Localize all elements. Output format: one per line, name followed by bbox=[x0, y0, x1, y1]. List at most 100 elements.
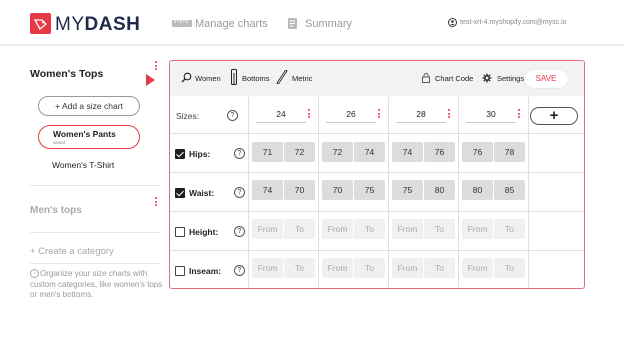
help-icon[interactable]: ? bbox=[234, 226, 245, 237]
hips-to-26[interactable]: 74 bbox=[354, 142, 385, 162]
editor-toolbar: Women Bottoms Metric Chart Code Settings… bbox=[170, 61, 584, 96]
unit-selector[interactable]: Metric bbox=[276, 70, 313, 84]
size-input-24[interactable]: 24 bbox=[256, 107, 306, 123]
divider bbox=[30, 263, 160, 264]
row-divider bbox=[170, 172, 584, 173]
height-to-26[interactable]: To bbox=[354, 219, 385, 239]
divider bbox=[30, 185, 160, 186]
gender-label: Women bbox=[195, 74, 221, 83]
height-checkbox[interactable] bbox=[175, 227, 185, 237]
size-chart-editor: Women Bottoms Metric Chart Code Settings… bbox=[169, 60, 585, 289]
hips-to-30[interactable]: 78 bbox=[494, 142, 525, 162]
size-input-28[interactable]: 28 bbox=[396, 107, 446, 123]
category-title-mens-tops: Men's tops bbox=[30, 205, 82, 216]
waist-from-24[interactable]: 74 bbox=[252, 180, 283, 200]
nav-summary-label: Summary bbox=[305, 18, 353, 30]
sizes-label: Sizes: bbox=[176, 111, 200, 121]
nav-manage-charts[interactable]: Manage charts bbox=[172, 18, 268, 30]
height-to-28[interactable]: To bbox=[424, 219, 455, 239]
help-icon[interactable]: ? bbox=[234, 187, 245, 198]
create-category-link[interactable]: + Create a category bbox=[30, 246, 114, 257]
waist-from-28[interactable]: 75 bbox=[392, 180, 423, 200]
column-divider bbox=[248, 97, 249, 288]
hips-from-30[interactable]: 76 bbox=[462, 142, 493, 162]
row-divider bbox=[170, 250, 584, 251]
inseam-to-30[interactable]: To bbox=[494, 258, 525, 278]
hips-label: Hips: bbox=[189, 149, 211, 159]
hips-checkbox[interactable] bbox=[175, 149, 185, 159]
height-from-26[interactable]: From bbox=[322, 219, 353, 239]
chart-code-button[interactable]: Chart Code bbox=[422, 73, 474, 83]
waist-from-26[interactable]: 70 bbox=[322, 180, 353, 200]
size-menu-icon[interactable] bbox=[378, 109, 380, 120]
waist-to-24[interactable]: 70 bbox=[284, 180, 315, 200]
lock-icon bbox=[422, 73, 430, 83]
inseam-checkbox[interactable] bbox=[175, 266, 185, 276]
row-divider bbox=[170, 133, 584, 134]
inseam-to-24[interactable]: To bbox=[284, 258, 315, 278]
inseam-from-28[interactable]: From bbox=[392, 258, 423, 278]
nav-summary[interactable]: Summary bbox=[288, 18, 353, 30]
category-menu-icon[interactable] bbox=[155, 197, 157, 208]
add-size-chart-button[interactable]: + Add a size chart bbox=[38, 96, 140, 116]
settings-button[interactable]: Settings bbox=[482, 73, 525, 83]
waist-to-26[interactable]: 75 bbox=[354, 180, 385, 200]
user-email: test-xrt-4.myshopify.com@mysc.io bbox=[460, 19, 567, 26]
divider bbox=[30, 232, 160, 233]
inseam-from-30[interactable]: From bbox=[462, 258, 493, 278]
settings-label: Settings bbox=[497, 74, 525, 83]
height-from-30[interactable]: From bbox=[462, 219, 493, 239]
logo[interactable]: MYDASH bbox=[55, 14, 140, 36]
inseam-label: Inseam: bbox=[189, 266, 222, 276]
garment-type-label: Bottoms bbox=[242, 74, 270, 83]
inseam-from-24[interactable]: From bbox=[252, 258, 283, 278]
help-icon[interactable]: ? bbox=[234, 265, 245, 276]
hips-to-28[interactable]: 76 bbox=[424, 142, 455, 162]
help-icon[interactable]: ? bbox=[234, 148, 245, 159]
logo-icon bbox=[30, 13, 51, 34]
height-from-24[interactable]: From bbox=[252, 219, 283, 239]
height-to-30[interactable]: To bbox=[494, 219, 525, 239]
hips-from-24[interactable]: 71 bbox=[252, 142, 283, 162]
sidebar-item-womens-pants[interactable]: Women's Pants saved bbox=[38, 125, 140, 149]
add-size-column-button[interactable]: + bbox=[530, 107, 578, 125]
row-divider bbox=[170, 211, 584, 212]
hips-from-26[interactable]: 72 bbox=[322, 142, 353, 162]
category-menu-icon[interactable] bbox=[155, 61, 157, 72]
sidebar-item-womens-tshirt[interactable]: Women's T-Shirt bbox=[52, 160, 114, 170]
size-menu-icon[interactable] bbox=[308, 109, 310, 120]
waist-to-30[interactable]: 85 bbox=[494, 180, 525, 200]
waist-from-30[interactable]: 80 bbox=[462, 180, 493, 200]
height-from-28[interactable]: From bbox=[392, 219, 423, 239]
inseam-to-28[interactable]: To bbox=[424, 258, 455, 278]
save-button[interactable]: SAVE bbox=[524, 70, 568, 88]
user-icon bbox=[448, 18, 457, 27]
size-input-26[interactable]: 26 bbox=[326, 107, 376, 123]
waist-label: Waist: bbox=[189, 188, 215, 198]
hips-to-24[interactable]: 72 bbox=[284, 142, 315, 162]
nav-manage-charts-label: Manage charts bbox=[195, 18, 268, 30]
inseam-to-26[interactable]: To bbox=[354, 258, 385, 278]
size-menu-icon[interactable] bbox=[448, 109, 450, 120]
gender-selector[interactable]: Women bbox=[181, 72, 221, 83]
size-menu-icon[interactable] bbox=[518, 109, 520, 120]
height-label: Height: bbox=[189, 227, 219, 237]
chart-code-label: Chart Code bbox=[435, 74, 474, 83]
height-to-24[interactable]: To bbox=[284, 219, 315, 239]
document-icon bbox=[288, 18, 297, 29]
waist-checkbox[interactable] bbox=[175, 188, 185, 198]
column-divider bbox=[318, 97, 319, 288]
pants-icon bbox=[231, 69, 237, 85]
waist-to-28[interactable]: 80 bbox=[424, 180, 455, 200]
logo-dash: DASH bbox=[84, 14, 141, 35]
size-input-30[interactable]: 30 bbox=[466, 107, 516, 123]
help-icon[interactable]: ? bbox=[227, 110, 238, 121]
top-bar: MYDASH Manage charts Summary test-xrt-4.… bbox=[0, 0, 624, 44]
hips-from-28[interactable]: 74 bbox=[392, 142, 423, 162]
column-divider bbox=[388, 97, 389, 288]
column-divider bbox=[528, 97, 529, 288]
inseam-from-26[interactable]: From bbox=[322, 258, 353, 278]
garment-type-selector[interactable]: Bottoms bbox=[231, 69, 270, 85]
ruler-icon bbox=[276, 70, 288, 84]
unit-label: Metric bbox=[292, 74, 313, 83]
